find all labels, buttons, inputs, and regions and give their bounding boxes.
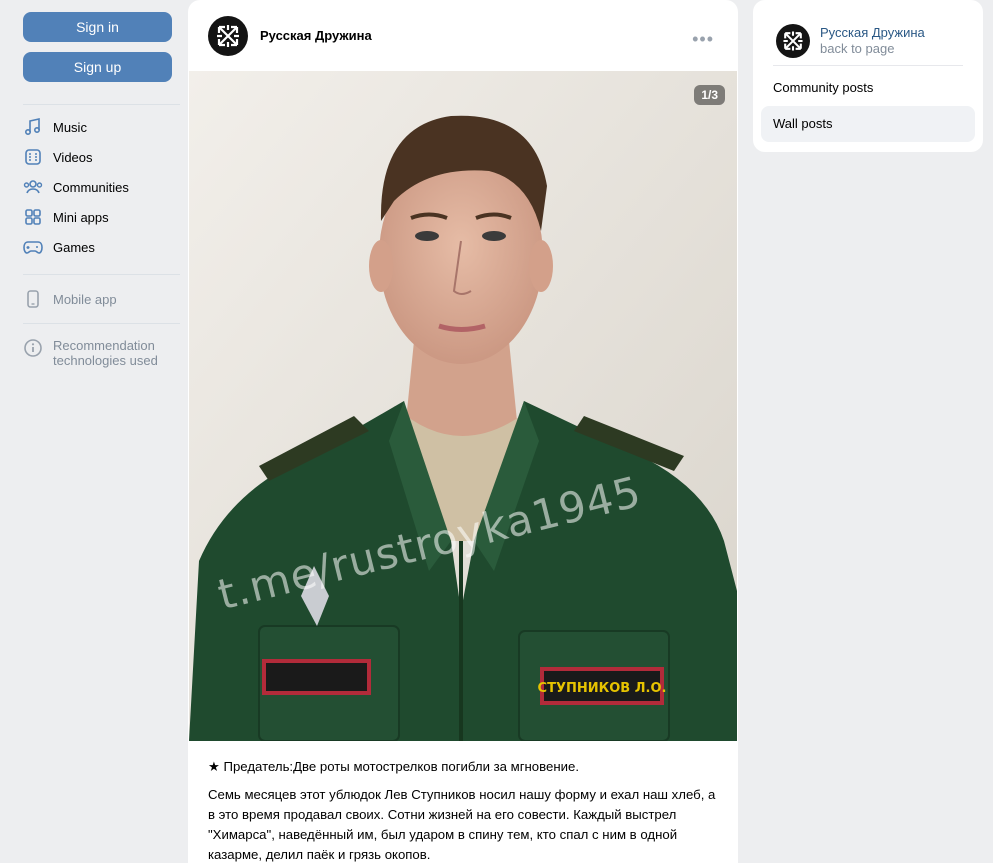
mini-apps-icon bbox=[23, 207, 43, 227]
nav-item-mobile-app[interactable]: Mobile app bbox=[23, 284, 180, 314]
video-icon bbox=[23, 147, 43, 167]
community-names: Русская Дружина back to page bbox=[820, 25, 925, 57]
recommendation-info[interactable]: Recommendation technologies used bbox=[23, 338, 180, 368]
mobile-phone-icon bbox=[23, 289, 43, 309]
secondary-nav: Mobile app bbox=[23, 284, 180, 314]
left-sidebar: Sign in Sign up Music Videos Communities bbox=[23, 12, 180, 368]
post-author[interactable]: Русская Дружина bbox=[260, 28, 372, 43]
games-icon bbox=[23, 237, 43, 257]
community-avatar-small[interactable] bbox=[776, 24, 810, 58]
divider bbox=[773, 65, 963, 66]
nav-label: Videos bbox=[53, 149, 93, 165]
nav-item-mini-apps[interactable]: Mini apps bbox=[23, 202, 180, 232]
wall-posts-link[interactable]: Wall posts bbox=[761, 106, 975, 142]
sign-in-button[interactable]: Sign in bbox=[23, 12, 172, 42]
right-panel: Русская Дружина back to page Community p… bbox=[753, 0, 983, 152]
post-photo[interactable]: СТУПНИКОВ Л.О. 1/3 t.me/rustroyka1945 bbox=[189, 71, 737, 741]
community-header: Русская Дружина back to page bbox=[753, 0, 983, 65]
photo-counter: 1/3 bbox=[694, 85, 725, 105]
community-posts-link[interactable]: Community posts bbox=[761, 70, 975, 106]
nav-label: Communities bbox=[53, 179, 129, 195]
info-icon bbox=[23, 338, 43, 358]
divider bbox=[23, 323, 180, 324]
nav-label: Mini apps bbox=[53, 209, 109, 225]
kolovrat-logo-icon bbox=[783, 31, 803, 51]
sign-up-button[interactable]: Sign up bbox=[23, 52, 172, 82]
post-body: Семь месяцев этот ублюдок Лев Ступников … bbox=[208, 787, 716, 862]
nav-item-music[interactable]: Music bbox=[23, 112, 180, 142]
main-nav: Music Videos Communities Mini apps Games bbox=[23, 112, 180, 262]
nav-item-games[interactable]: Games bbox=[23, 232, 180, 262]
community-title-link[interactable]: Русская Дружина bbox=[820, 25, 925, 41]
communities-icon bbox=[23, 177, 43, 197]
nav-item-communities[interactable]: Communities bbox=[23, 172, 180, 202]
divider bbox=[23, 104, 180, 105]
nav-label: Music bbox=[53, 119, 87, 135]
nav-label: Mobile app bbox=[53, 291, 117, 307]
back-to-page-link[interactable]: back to page bbox=[820, 41, 925, 57]
more-options-icon[interactable]: ••• bbox=[692, 29, 714, 50]
post-card: Русская Дружина ••• СТУПНИКОВ Л.О. 1/3 t… bbox=[188, 0, 738, 863]
post-text: ★ Предатель:Две роты мотострелков погибл… bbox=[208, 757, 720, 863]
soldier-portrait-image: СТУПНИКОВ Л.О. bbox=[189, 71, 737, 741]
recommendation-label: Recommendation technologies used bbox=[53, 338, 158, 368]
name-tape-text: СТУПНИКОВ Л.О. bbox=[538, 681, 667, 696]
post-header: Русская Дружина ••• bbox=[188, 0, 738, 71]
nav-item-videos[interactable]: Videos bbox=[23, 142, 180, 172]
post-headline: ★ Предатель:Две роты мотострелков погибл… bbox=[208, 759, 579, 774]
divider bbox=[23, 274, 180, 275]
nav-label: Games bbox=[53, 239, 95, 255]
kolovrat-logo-icon bbox=[217, 24, 239, 47]
community-avatar[interactable] bbox=[208, 15, 248, 56]
music-icon bbox=[23, 117, 43, 137]
